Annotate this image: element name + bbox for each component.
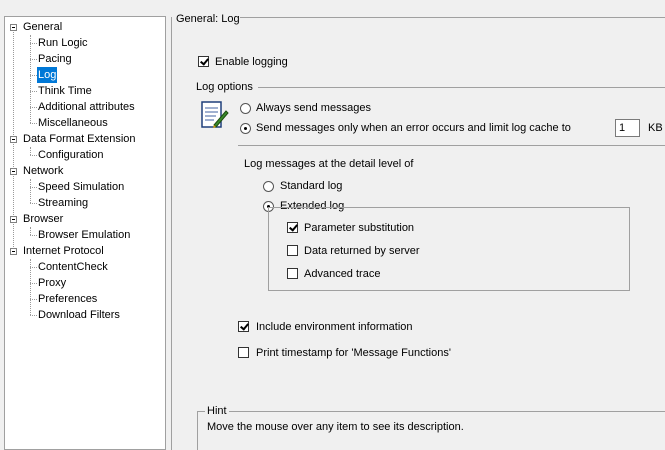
include-environment-checkbox[interactable] (238, 321, 249, 332)
tree-connector (30, 107, 37, 108)
parameter-substitution-label[interactable]: Parameter substitution (304, 221, 414, 235)
log-options-divider (258, 87, 665, 88)
send-on-error-label[interactable]: Send messages only when an error occurs … (256, 121, 571, 135)
tree-item-pacing[interactable]: Pacing (37, 51, 73, 67)
tree-item-miscellaneous[interactable]: Miscellaneous (37, 115, 109, 131)
tree-connector (30, 315, 37, 316)
tree-item-network[interactable]: Network (22, 163, 64, 179)
tree-item-log[interactable]: Log (37, 67, 58, 83)
tree-item-streaming[interactable]: Streaming (37, 195, 89, 211)
always-send-radio[interactable] (240, 103, 251, 114)
tree-branch-line (30, 147, 31, 155)
tree-item-internet-protocol[interactable]: Internet Protocol (22, 243, 105, 259)
always-send-label[interactable]: Always send messages (256, 101, 371, 115)
tree-branch-line (30, 227, 31, 235)
detail-level-title: Log messages at the detail level of (244, 158, 414, 170)
tree-item-download-filters[interactable]: Download Filters (37, 307, 121, 323)
tree-item-browser[interactable]: Browser (22, 211, 64, 227)
tree-branch-line (30, 35, 31, 123)
tree-collapse-icon[interactable] (10, 248, 17, 255)
tree-connector (30, 59, 37, 60)
tree-item-browser-emulation[interactable]: Browser Emulation (37, 227, 131, 243)
tree-connector (30, 123, 37, 124)
tree-collapse-icon[interactable] (10, 216, 17, 223)
tree-item-general[interactable]: General (22, 19, 63, 35)
tree-connector (30, 91, 37, 92)
tree-item-preferences[interactable]: Preferences (37, 291, 98, 307)
data-returned-checkbox[interactable] (287, 245, 298, 256)
enable-logging-checkbox[interactable] (198, 56, 209, 67)
standard-log-radio[interactable] (263, 181, 274, 192)
tree-connector (30, 187, 37, 188)
tree-connector (30, 283, 37, 284)
print-timestamp-checkbox[interactable] (238, 347, 249, 358)
tree-connector (30, 235, 37, 236)
tree-item-configuration[interactable]: Configuration (37, 147, 104, 163)
cache-size-input[interactable] (615, 119, 640, 137)
hint-title: Hint (205, 404, 229, 418)
panel-top-border (240, 17, 665, 18)
include-environment-label[interactable]: Include environment information (256, 320, 413, 334)
tree-item-data-format-extension[interactable]: Data Format Extension (22, 131, 137, 147)
tree-item-speed-simulation[interactable]: Speed Simulation (37, 179, 125, 195)
advanced-trace-label[interactable]: Advanced trace (304, 267, 380, 281)
panel-title: General: Log (176, 13, 240, 25)
tree-branch-line (30, 179, 31, 203)
send-on-error-radio[interactable] (240, 123, 251, 134)
log-options-title: Log options (196, 81, 253, 93)
tree-collapse-icon[interactable] (10, 24, 17, 31)
panel-left-border (171, 17, 172, 450)
settings-tree[interactable]: General Run Logic Pacing Log Think Time Addit… (4, 16, 166, 450)
enable-logging-label[interactable]: Enable logging (215, 55, 288, 69)
tree-collapse-icon[interactable] (10, 136, 17, 143)
advanced-trace-checkbox[interactable] (287, 268, 298, 279)
tree-item-run-logic[interactable]: Run Logic (37, 35, 89, 51)
hint-text: Move the mouse over any item to see its … (207, 421, 464, 433)
log-notepad-icon (201, 101, 229, 128)
print-timestamp-label[interactable]: Print timestamp for 'Message Functions' (256, 346, 451, 360)
tree-item-proxy[interactable]: Proxy (37, 275, 67, 291)
tree-connector (30, 43, 37, 44)
tree-connector (30, 203, 37, 204)
standard-log-label[interactable]: Standard log (280, 179, 342, 193)
tree-collapse-icon[interactable] (10, 168, 17, 175)
log-options-sub-divider (238, 145, 665, 146)
tree-item-contentcheck[interactable]: ContentCheck (37, 259, 109, 275)
tree-connector (30, 75, 37, 76)
cache-unit-label: KB (648, 122, 663, 134)
data-returned-label[interactable]: Data returned by server (304, 244, 420, 258)
parameter-substitution-checkbox[interactable] (287, 222, 298, 233)
tree-connector (30, 267, 37, 268)
tree-item-additional-attributes[interactable]: Additional attributes (37, 99, 136, 115)
tree-connector (30, 299, 37, 300)
tree-item-think-time[interactable]: Think Time (37, 83, 93, 99)
tree-connector (30, 155, 37, 156)
